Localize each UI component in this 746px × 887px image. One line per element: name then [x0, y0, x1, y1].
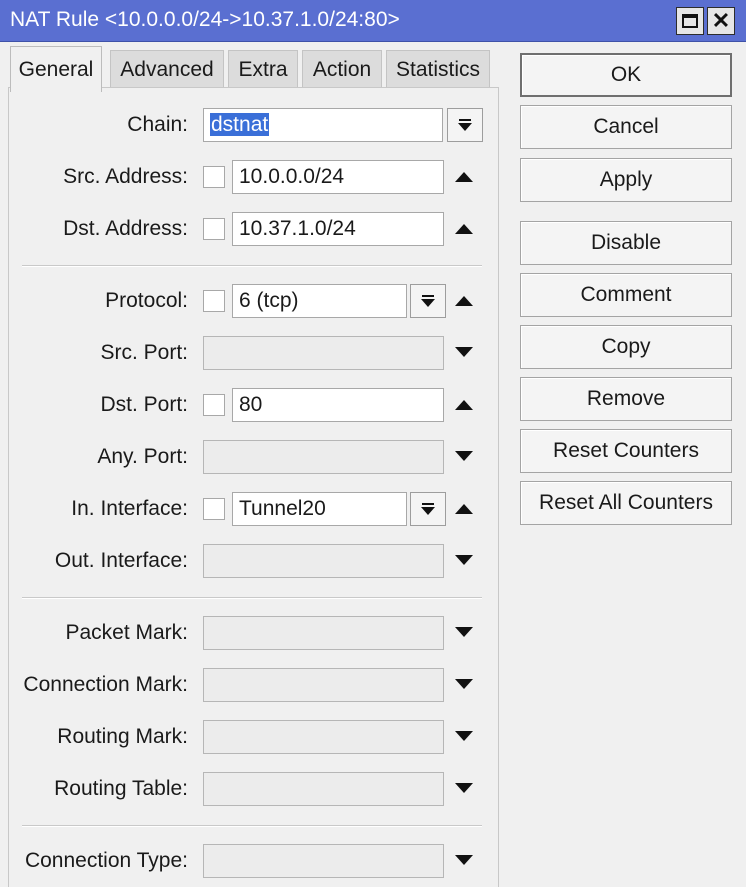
dropdown-icon — [421, 295, 435, 307]
dst-port-collapse-arrow-icon[interactable] — [455, 400, 473, 410]
dst-address-label: Dst. Address: — [63, 217, 188, 240]
tab-action[interactable]: Action — [302, 50, 382, 88]
window-title: NAT Rule <10.0.0.0/24->10.37.1.0/24:80> — [10, 8, 400, 31]
tab-extra[interactable]: Extra — [228, 50, 298, 88]
dst-address-collapse-arrow-icon[interactable] — [455, 224, 473, 234]
packet-mark-field[interactable] — [203, 616, 444, 650]
connection-mark-label: Connection Mark: — [23, 673, 188, 696]
reset-counters-button[interactable]: Reset Counters — [520, 429, 732, 473]
protocol-collapse-arrow-icon[interactable] — [455, 296, 473, 306]
routing-mark-field[interactable] — [203, 720, 444, 754]
maximize-icon — [682, 14, 698, 28]
any-port-field[interactable] — [203, 440, 444, 474]
src-address-collapse-arrow-icon[interactable] — [455, 172, 473, 182]
packet-mark-expand-arrow-icon[interactable] — [455, 627, 473, 637]
title-bar[interactable]: NAT Rule <10.0.0.0/24->10.37.1.0/24:80> … — [0, 0, 746, 42]
connection-mark-expand-arrow-icon[interactable] — [455, 679, 473, 689]
any-port-label: Any. Port: — [97, 445, 188, 468]
in-interface-negate-checkbox[interactable] — [203, 498, 225, 520]
chain-dropdown-button[interactable] — [447, 108, 483, 142]
src-port-expand-arrow-icon[interactable] — [455, 347, 473, 357]
chain-label: Chain: — [127, 113, 188, 136]
ok-button[interactable]: OK — [520, 53, 732, 97]
section-divider — [22, 825, 482, 827]
out-interface-field[interactable] — [203, 544, 444, 578]
protocol-label: Protocol: — [105, 289, 188, 312]
dst-address-field[interactable]: 10.37.1.0/24 — [232, 212, 444, 246]
connection-mark-field[interactable] — [203, 668, 444, 702]
protocol-field[interactable]: 6 (tcp) — [232, 284, 407, 318]
dst-port-negate-checkbox[interactable] — [203, 394, 225, 416]
in-interface-label: In. Interface: — [71, 497, 188, 520]
dropdown-icon — [421, 503, 435, 515]
routing-table-expand-arrow-icon[interactable] — [455, 783, 473, 793]
out-interface-label: Out. Interface: — [54, 549, 188, 572]
tab-general[interactable]: General — [10, 46, 102, 92]
connection-type-expand-arrow-icon[interactable] — [455, 855, 473, 865]
in-interface-dropdown-button[interactable] — [410, 492, 446, 526]
section-divider — [22, 265, 482, 267]
src-address-negate-checkbox[interactable] — [203, 166, 225, 188]
close-button[interactable]: ✕ — [707, 7, 735, 35]
reset-all-counters-button[interactable]: Reset All Counters — [520, 481, 732, 525]
dropdown-icon — [458, 119, 472, 131]
chain-value: dstnat — [210, 113, 270, 136]
tab-statistics[interactable]: Statistics — [386, 50, 490, 88]
protocol-dropdown-button[interactable] — [410, 284, 446, 318]
protocol-negate-checkbox[interactable] — [203, 290, 225, 312]
any-port-expand-arrow-icon[interactable] — [455, 451, 473, 461]
routing-table-field[interactable] — [203, 772, 444, 806]
apply-button[interactable]: Apply — [520, 158, 732, 202]
packet-mark-label: Packet Mark: — [65, 621, 188, 644]
close-icon: ✕ — [711, 8, 731, 33]
dst-port-label: Dst. Port: — [100, 393, 188, 416]
routing-mark-expand-arrow-icon[interactable] — [455, 731, 473, 741]
routing-mark-label: Routing Mark: — [57, 725, 188, 748]
tab-advanced[interactable]: Advanced — [110, 50, 224, 88]
src-port-field[interactable] — [203, 336, 444, 370]
disable-button[interactable]: Disable — [520, 221, 732, 265]
maximize-button[interactable] — [676, 7, 704, 35]
cancel-button[interactable]: Cancel — [520, 105, 732, 149]
src-address-field[interactable]: 10.0.0.0/24 — [232, 160, 444, 194]
src-address-label: Src. Address: — [63, 165, 188, 188]
in-interface-field[interactable]: Tunnel20 — [232, 492, 407, 526]
nat-rule-window: NAT Rule <10.0.0.0/24->10.37.1.0/24:80> … — [0, 0, 746, 887]
src-port-label: Src. Port: — [100, 341, 188, 364]
chain-field[interactable]: dstnat — [203, 108, 443, 142]
connection-type-label: Connection Type: — [24, 849, 188, 872]
dst-address-negate-checkbox[interactable] — [203, 218, 225, 240]
connection-type-field[interactable] — [203, 844, 444, 878]
general-tab-panel — [8, 87, 499, 887]
routing-table-label: Routing Table: — [54, 777, 188, 800]
section-divider — [22, 597, 482, 599]
comment-button[interactable]: Comment — [520, 273, 732, 317]
dst-port-field[interactable]: 80 — [232, 388, 444, 422]
remove-button[interactable]: Remove — [520, 377, 732, 421]
out-interface-expand-arrow-icon[interactable] — [455, 555, 473, 565]
in-interface-collapse-arrow-icon[interactable] — [455, 504, 473, 514]
copy-button[interactable]: Copy — [520, 325, 732, 369]
